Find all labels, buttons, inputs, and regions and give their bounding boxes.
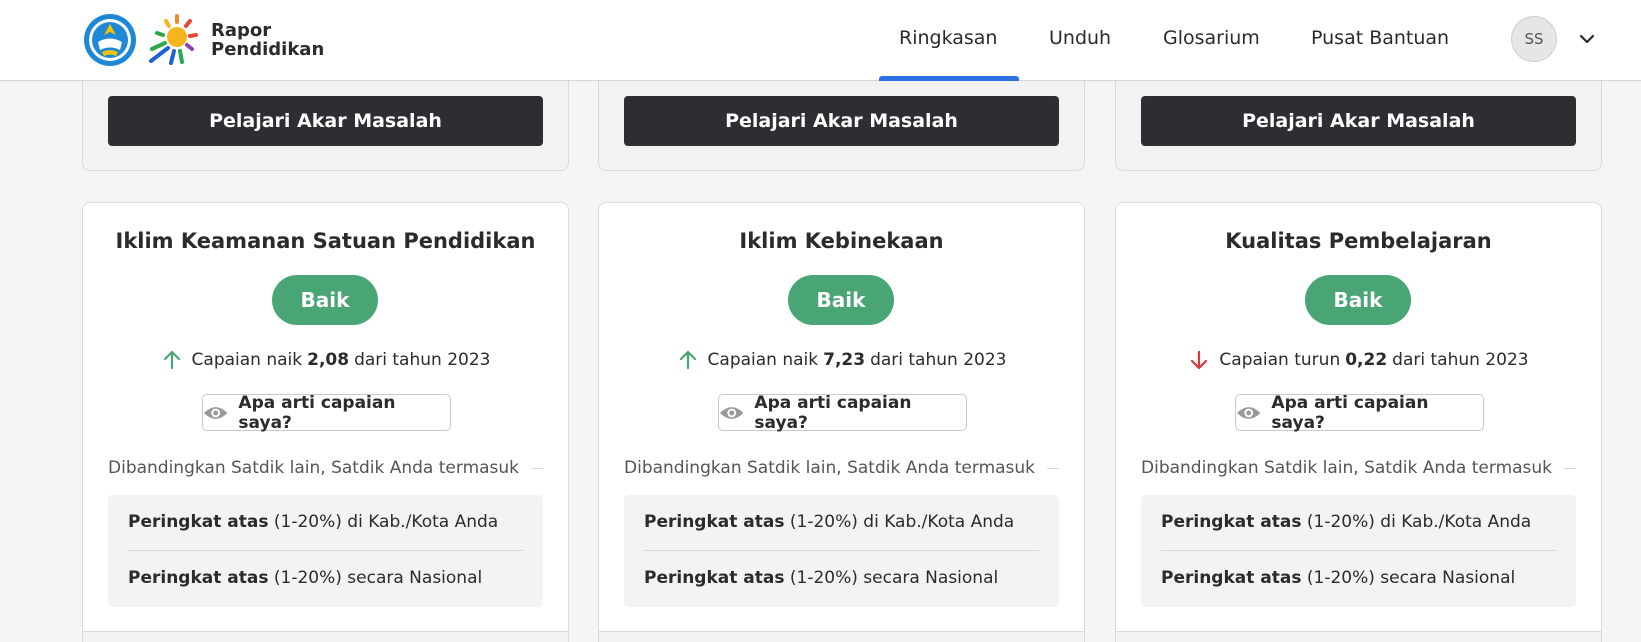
trend-suffix: dari tahun 2023 [1392, 350, 1529, 370]
comparison-heading: Dibandingkan Satdik lain, Satdik Anda te… [1141, 458, 1576, 478]
rank-national-rest: (1-20%) secara Nasional [789, 568, 999, 588]
rank-national-bold: Peringkat atas [1161, 568, 1302, 588]
card-title: Kualitas Pembelajaran [1225, 229, 1492, 253]
ranking-box: Peringkat atas (1-20%) di Kab./Kota Anda… [624, 495, 1059, 607]
comparison-label: Dibandingkan Satdik lain, Satdik Anda te… [1141, 458, 1553, 478]
divider [1047, 467, 1059, 469]
card-title: Iklim Kebinekaan [739, 229, 944, 253]
chevron-down-icon[interactable] [1576, 28, 1598, 50]
rank-national: Peringkat atas (1-20%) secara Nasional [1161, 568, 1515, 588]
nav-glosarium[interactable]: Glosarium [1163, 27, 1260, 49]
divider [128, 550, 523, 551]
arrow-up-icon [163, 350, 180, 370]
trend-text: Capaian naik 2,08 dari tahun 2023 [83, 349, 568, 371]
trend-suffix: dari tahun 2023 [354, 350, 491, 370]
rank-regional-rest: (1-20%) di Kab./Kota Anda [1306, 512, 1532, 532]
card-footer [1116, 631, 1601, 642]
user-avatar[interactable]: SS [1511, 16, 1557, 62]
rank-national: Peringkat atas (1-20%) secara Nasional [644, 568, 998, 588]
kemdikbud-logo-icon[interactable] [83, 13, 137, 67]
trend-value: 0,22 [1345, 350, 1388, 370]
help-label: Apa arti capaian saya? [1271, 392, 1429, 433]
rank-national: Peringkat atas (1-20%) secara Nasional [128, 568, 482, 588]
rank-national-rest: (1-20%) secara Nasional [1306, 568, 1516, 588]
rank-regional-rest: (1-20%) di Kab./Kota Anda [273, 512, 499, 532]
rank-regional-rest: (1-20%) di Kab./Kota Anda [789, 512, 1015, 532]
help-label: Apa arti capaian saya? [238, 392, 396, 433]
card-footer [83, 631, 568, 642]
rank-national-rest: (1-20%) secara Nasional [273, 568, 483, 588]
card-title: Iklim Keamanan Satuan Pendidikan [115, 229, 536, 253]
card-footer [599, 631, 1084, 642]
comparison-label: Dibandingkan Satdik lain, Satdik Anda te… [108, 458, 520, 478]
apa-arti-capaian-button[interactable]: Apa arti capaian saya? [202, 392, 451, 433]
trend-prefix: Capaian turun [1219, 350, 1341, 370]
status-badge: Baik [788, 275, 894, 325]
comparison-heading: Dibandingkan Satdik lain, Satdik Anda te… [624, 458, 1059, 478]
comparison-heading: Dibandingkan Satdik lain, Satdik Anda te… [108, 458, 543, 478]
eye-icon [203, 406, 228, 419]
comparison-label: Dibandingkan Satdik lain, Satdik Anda te… [624, 458, 1036, 478]
indicator-card-iklim-keamanan: Iklim Keamanan Satuan Pendidikan Baik Ca… [82, 202, 569, 642]
nav-ringkasan[interactable]: Ringkasan [899, 27, 997, 49]
rank-national-bold: Peringkat atas [644, 568, 785, 588]
arrow-down-icon [1191, 350, 1208, 370]
help-label: Apa arti capaian saya? [754, 392, 912, 433]
trend-suffix: dari tahun 2023 [870, 350, 1007, 370]
divider [644, 550, 1039, 551]
rank-regional: Peringkat atas (1-20%) di Kab./Kota Anda [128, 512, 498, 532]
trend-value: 7,23 [823, 350, 866, 370]
rank-regional: Peringkat atas (1-20%) di Kab./Kota Anda [1161, 512, 1531, 532]
trend-text: Capaian turun 0,22 dari tahun 2023 [1116, 349, 1601, 371]
pelajari-akar-masalah-button[interactable]: Pelajari Akar Masalah [108, 96, 543, 146]
indicator-card-iklim-kebinekaan: Iklim Kebinekaan Baik Capaian naik 7,23 … [598, 202, 1085, 642]
eye-icon [1236, 406, 1261, 419]
apa-arti-capaian-button[interactable]: Apa arti capaian saya? [1235, 392, 1484, 433]
rank-regional-bold: Peringkat atas [644, 512, 785, 532]
eye-icon [719, 406, 744, 419]
trend-prefix: Capaian naik [191, 350, 303, 370]
brand-line-2: Pendidikan [211, 39, 325, 60]
trend-text: Capaian naik 7,23 dari tahun 2023 [599, 349, 1084, 371]
pelajari-akar-masalah-button[interactable]: Pelajari Akar Masalah [1141, 96, 1576, 146]
apa-arti-capaian-button[interactable]: Apa arti capaian saya? [718, 392, 967, 433]
pelajari-akar-masalah-button[interactable]: Pelajari Akar Masalah [624, 96, 1059, 146]
nav-unduh[interactable]: Unduh [1049, 27, 1111, 49]
status-badge: Baik [272, 275, 378, 325]
rank-regional-bold: Peringkat atas [1161, 512, 1302, 532]
divider [531, 467, 543, 469]
nav-active-indicator [879, 76, 1019, 81]
rank-regional-bold: Peringkat atas [128, 512, 269, 532]
status-badge: Baik [1305, 275, 1411, 325]
rank-regional: Peringkat atas (1-20%) di Kab./Kota Anda [644, 512, 1014, 532]
trend-prefix: Capaian naik [707, 350, 819, 370]
trend-value: 2,08 [307, 350, 350, 370]
arrow-up-icon [679, 350, 696, 370]
ranking-box: Peringkat atas (1-20%) di Kab./Kota Anda… [1141, 495, 1576, 607]
nav-pusat-bantuan[interactable]: Pusat Bantuan [1311, 27, 1449, 49]
divider [1564, 467, 1576, 469]
indicator-card-kualitas-pembelajaran: Kualitas Pembelajaran Baik Capaian turun… [1115, 202, 1602, 642]
rank-national-bold: Peringkat atas [128, 568, 269, 588]
top-navbar: Rapor Pendidikan Ringkasan Unduh Glosari… [0, 0, 1641, 81]
brand-name: Rapor Pendidikan [211, 21, 324, 59]
ranking-box: Peringkat atas (1-20%) di Kab./Kota Anda… [108, 495, 543, 607]
divider [1161, 550, 1556, 551]
brand-line-1: Rapor [211, 20, 272, 41]
rapor-pendidikan-logo-icon[interactable] [146, 13, 202, 69]
